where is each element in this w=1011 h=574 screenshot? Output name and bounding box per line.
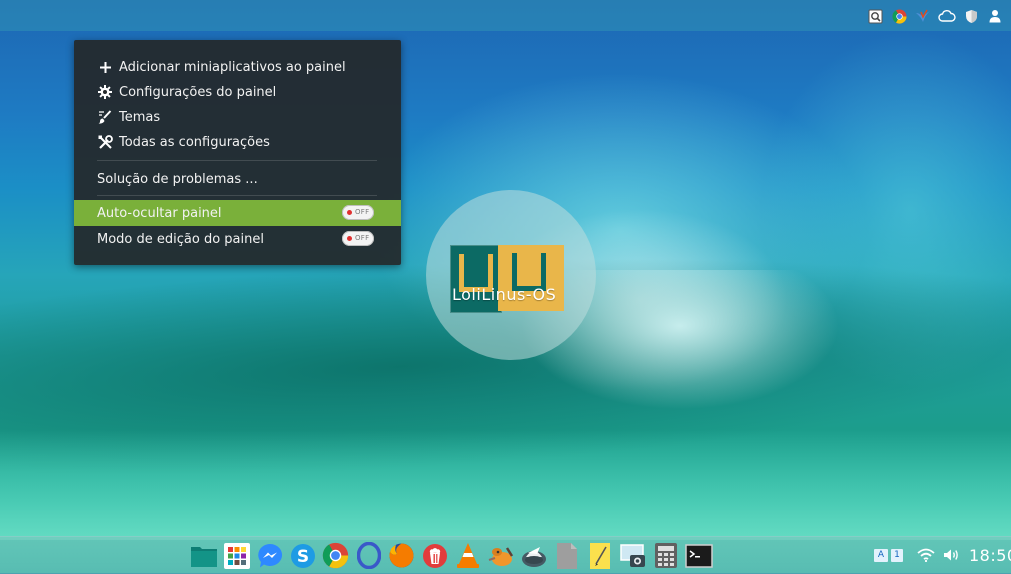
gear-icon (97, 84, 113, 100)
inkscape-icon[interactable] (517, 540, 550, 571)
menu-item-label: Auto-ocultar painel (97, 205, 222, 221)
menu-item-label: Temas (119, 109, 161, 125)
menu-item-themes[interactable]: Temas (74, 104, 401, 130)
screenshot-icon[interactable] (616, 540, 649, 571)
menu-item-add-applets[interactable]: Adicionar miniaplicativos ao painel (74, 54, 401, 80)
notes-icon[interactable] (583, 540, 616, 571)
bottom-panel[interactable]: S A 1 18:5 (0, 536, 1011, 574)
top-panel[interactable] (0, 0, 1011, 31)
menu-item-label: Solução de problemas ... (97, 171, 258, 187)
logo-text: LoliLinus-OS (452, 285, 557, 304)
top-tray (863, 5, 1007, 27)
menu-item-edit-mode[interactable]: Modo de edição do painel OFF (74, 226, 401, 252)
wifi-icon[interactable] (917, 544, 935, 566)
menu-item-all-settings[interactable]: Todas as configurações (74, 129, 401, 155)
skype-icon[interactable]: S (286, 540, 319, 571)
files-icon[interactable] (187, 540, 220, 571)
keyboard-layout-indicator[interactable]: A (874, 548, 888, 562)
toggle-state: OFF (355, 208, 370, 216)
edit-mode-toggle[interactable]: OFF (342, 231, 374, 246)
menu-item-label: Configurações do painel (119, 84, 277, 100)
menu-separator (97, 160, 377, 161)
popcorn-icon[interactable] (418, 540, 451, 571)
brush-icon (97, 109, 113, 125)
menu-separator (97, 195, 377, 196)
user-icon[interactable] (983, 5, 1007, 27)
menu-item-label: Adicionar miniaplicativos ao painel (119, 59, 346, 75)
tools-icon (97, 134, 113, 150)
auto-hide-toggle[interactable]: OFF (342, 205, 374, 220)
dock: S (187, 540, 715, 571)
menu-item-troubleshoot[interactable]: Solução de problemas ... (74, 166, 401, 192)
chrome-icon[interactable] (887, 5, 911, 27)
panel-context-menu: Adicionar miniaplicativos ao painel Conf… (74, 40, 401, 265)
document-icon[interactable] (550, 540, 583, 571)
calculator-icon[interactable] (649, 540, 682, 571)
bottom-tray: A 1 18:50 (874, 544, 1011, 566)
toggle-off-dot (347, 236, 352, 241)
volume-icon[interactable] (943, 544, 961, 566)
chrome-icon[interactable] (319, 540, 352, 571)
shield-icon[interactable] (959, 5, 983, 27)
menu-item-label: Modo de edição do painel (97, 231, 264, 247)
distro-logo: LoliLinus-OS (450, 245, 564, 313)
gimp-icon[interactable] (484, 540, 517, 571)
menu-item-auto-hide[interactable]: Auto-ocultar painel OFF (74, 200, 401, 226)
workspace-indicator[interactable]: 1 (891, 548, 903, 562)
vlc-icon[interactable] (451, 540, 484, 571)
screenshot-icon[interactable] (863, 5, 887, 27)
opera-icon[interactable] (352, 540, 385, 571)
menu-item-panel-settings[interactable]: Configurações do painel (74, 79, 401, 105)
pidgin-icon[interactable] (911, 5, 935, 27)
messenger-icon[interactable] (253, 540, 286, 571)
svg-text:S: S (296, 547, 308, 567)
app-grid-icon[interactable] (220, 540, 253, 571)
plus-icon (97, 59, 113, 75)
menu-item-label: Todas as configurações (119, 134, 270, 150)
firefox-icon[interactable] (385, 540, 418, 571)
toggle-off-dot (347, 210, 352, 215)
wave-shore (0, 430, 1011, 540)
clock[interactable]: 18:50 (969, 546, 1011, 565)
toggle-state: OFF (355, 234, 370, 242)
cloud-icon[interactable] (935, 5, 959, 27)
terminal-icon[interactable] (682, 540, 715, 571)
